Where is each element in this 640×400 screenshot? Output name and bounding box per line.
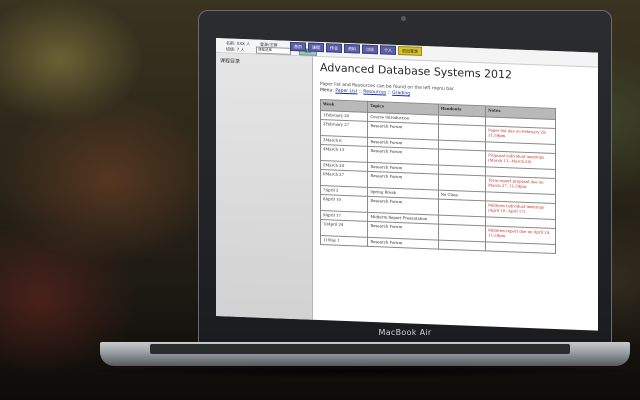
cell-handout (438, 199, 486, 217)
cell-handout (438, 224, 486, 242)
camera-icon (401, 16, 406, 21)
schedule-table: Week Topics Handouts Notes 1February 20 C… (320, 99, 556, 254)
menu-link-grading[interactable]: Grading (392, 91, 410, 97)
brand-label: MacBook Air (378, 328, 432, 337)
tab-assignments[interactable]: 作业 (326, 43, 342, 53)
keyboard (150, 344, 570, 354)
tab-course[interactable]: 课程 (308, 42, 324, 53)
cell-note (485, 241, 556, 254)
class-label: 班级: 7 人 (226, 46, 245, 53)
menu-link-paper-list[interactable]: Paper List (335, 89, 357, 95)
cell-week: 4March 13 (320, 144, 368, 163)
main-content: Advanced Database Systems 2012 Paper lis… (320, 57, 592, 255)
course-select[interactable]: 课程选择 (256, 46, 291, 55)
tab-home[interactable]: 首页 (290, 41, 306, 52)
cell-week: 2February 27 (320, 119, 368, 138)
cell-week: 10April 24 (320, 219, 368, 238)
cell-handout (438, 174, 486, 192)
cell-week: 11May 1 (320, 235, 368, 247)
cell-topic: Research Forum (367, 237, 439, 250)
tab-resources[interactable]: 资料 (344, 43, 360, 54)
menu-link-resources[interactable]: Resources (363, 90, 386, 96)
cell-week: 8April 10 (320, 194, 368, 213)
cell-week: 6March 27 (320, 169, 368, 188)
sidebar: 课程目录 (216, 53, 313, 320)
menu-prefix: Menu: (320, 87, 336, 94)
cell-handout (438, 124, 486, 142)
tab-profile[interactable]: 个人 (380, 45, 396, 55)
sidebar-title[interactable]: 课程目录 (216, 53, 312, 72)
cell-handout (438, 240, 486, 251)
screen: 名前: XXX 人 登录/注销 班级: 7 人 课程选择 确定 首页 课程 作业… (216, 38, 598, 331)
tab-forum[interactable]: 讨论 (362, 44, 378, 55)
cell-handout (438, 149, 486, 167)
tab-logout[interactable]: 退出登录 (398, 45, 422, 56)
laptop-shadow (80, 364, 640, 378)
